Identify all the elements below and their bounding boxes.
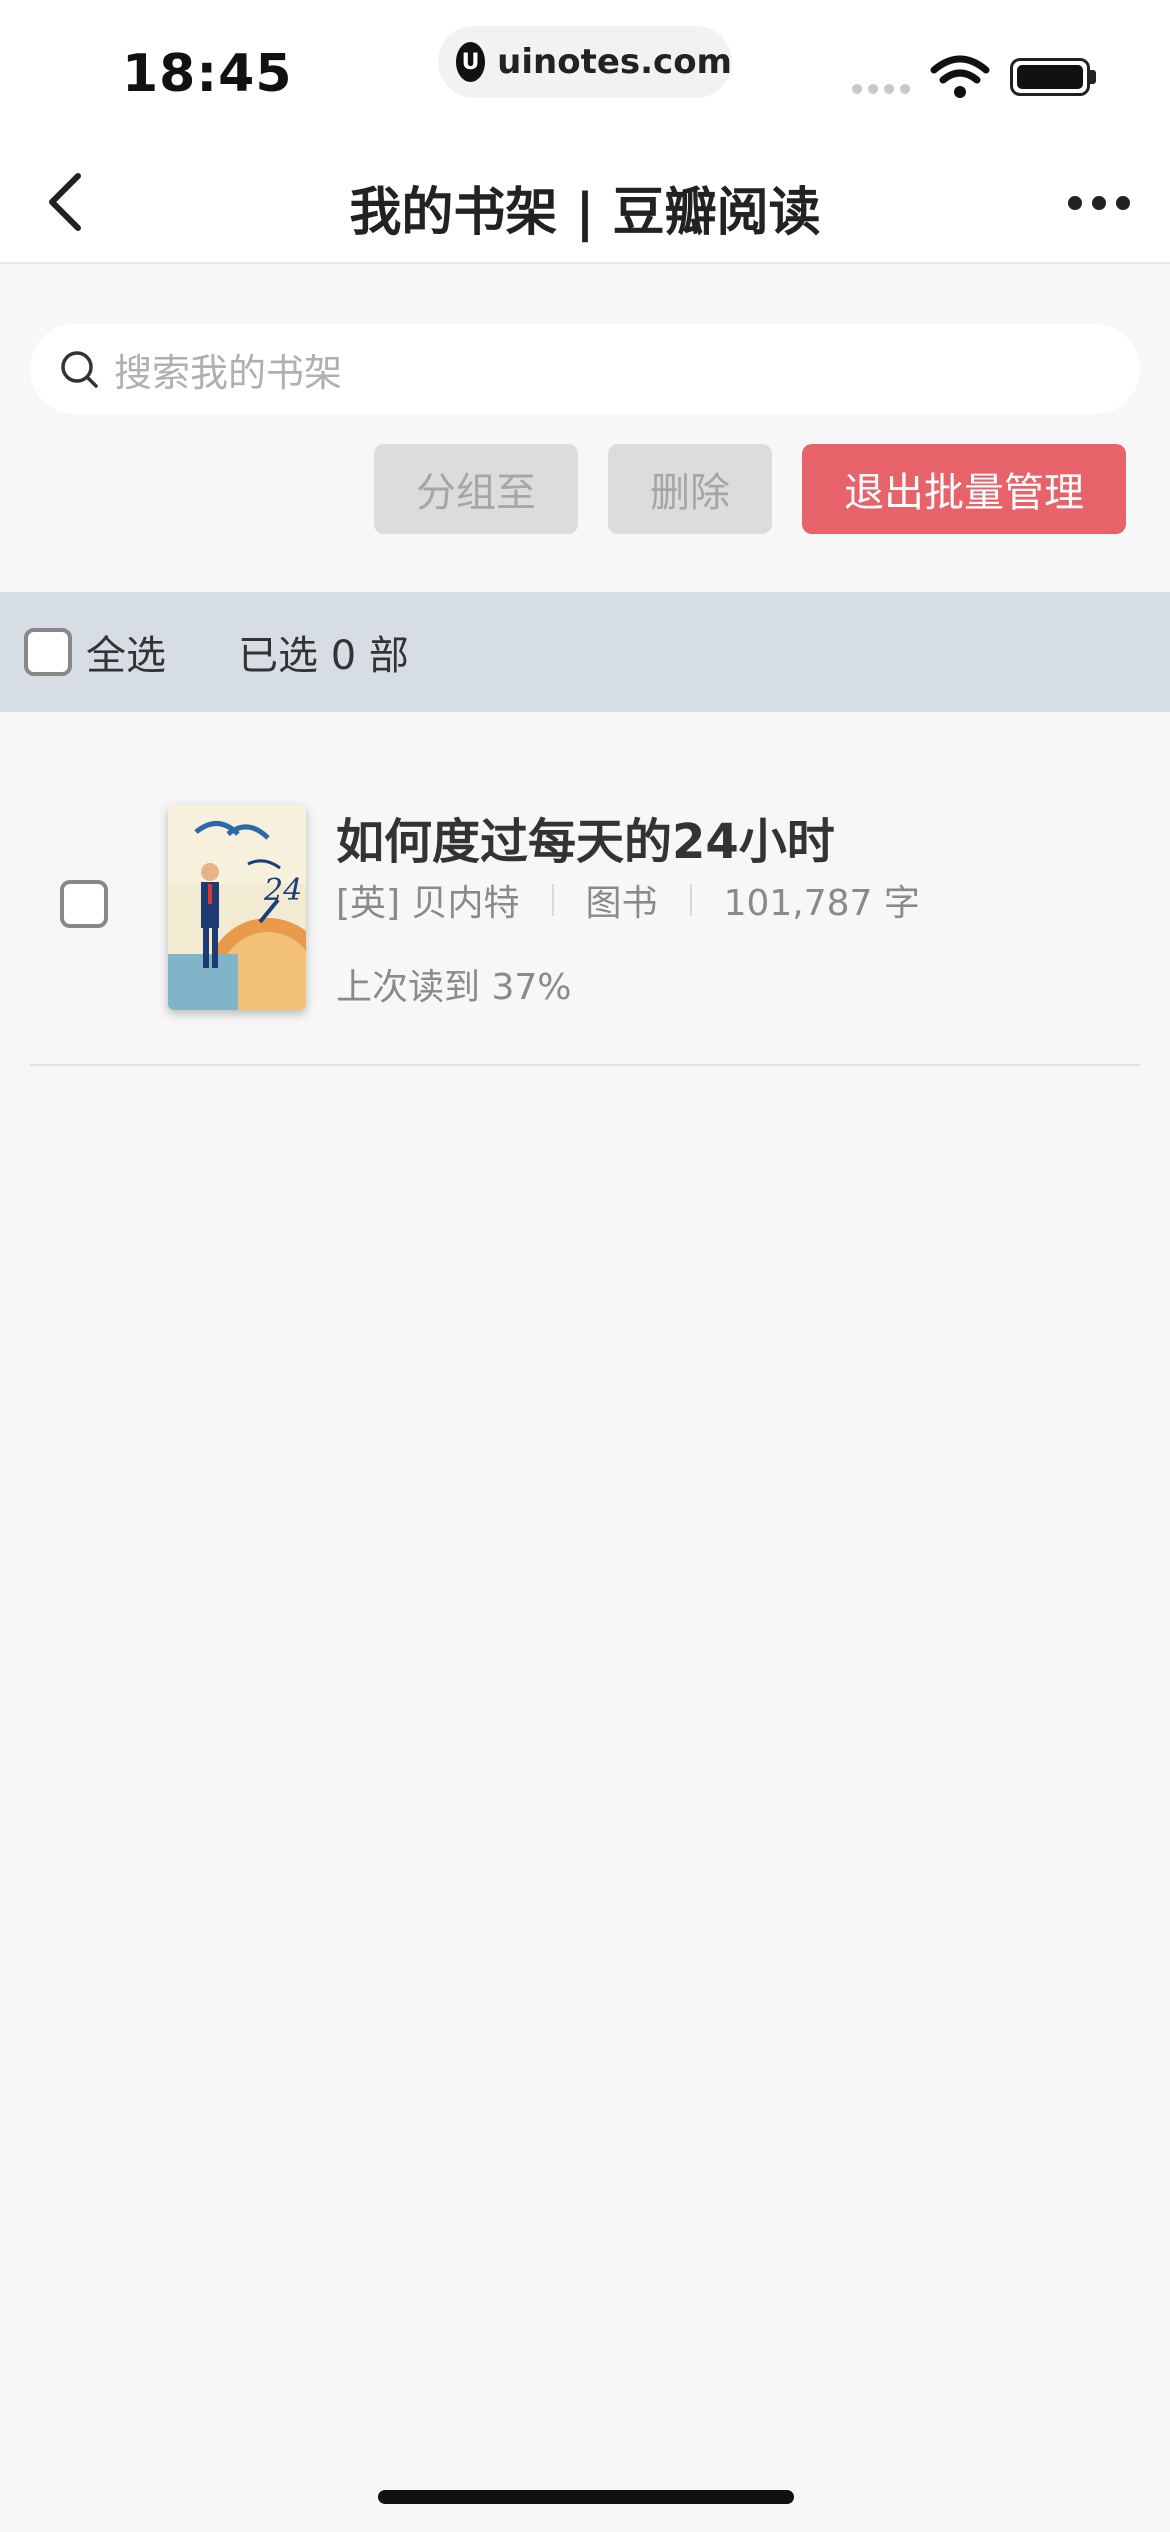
list-item[interactable]: 24 如何度过每天的24小时 [英] 贝内特 图书 101,787 字 上次读到… [0, 762, 1170, 1066]
exit-batch-manage-button[interactable]: 退出批量管理 [802, 444, 1126, 534]
home-indicator[interactable] [378, 2490, 794, 2504]
status-bar: 18:45 U uinotes.com [0, 0, 1170, 140]
book-author: [英] 贝内特 [336, 883, 520, 924]
meta-divider [551, 884, 554, 916]
svg-text:24: 24 [263, 873, 302, 908]
reading-progress: 上次读到 37% [336, 967, 572, 1008]
selection-bar: 全选 已选 0 部 [0, 592, 1170, 712]
book-meta: [英] 贝内特 图书 101,787 字 [336, 874, 920, 926]
meta-divider [689, 884, 692, 916]
battery-icon [1010, 58, 1090, 96]
nav-bar: 我的书架 | 豆瓣阅读 [0, 140, 1170, 264]
more-options-icon[interactable] [1068, 188, 1138, 218]
select-all-label[interactable]: 全选 [86, 623, 166, 681]
search-placeholder: 搜索我的书架 [114, 350, 343, 395]
cellular-signal-icon [852, 84, 910, 94]
book-title: 如何度过每天的24小时 [336, 814, 835, 870]
site-logo-icon: U [456, 42, 486, 82]
book-type: 图书 [585, 883, 658, 924]
search-input[interactable]: 搜索我的书架 [30, 324, 1140, 414]
delete-button[interactable]: 删除 [608, 444, 772, 534]
battery-tip [1090, 70, 1096, 84]
url-pill[interactable]: U uinotes.com [438, 26, 732, 98]
row-divider [30, 1064, 1140, 1066]
wifi-icon [930, 55, 990, 98]
status-time: 18:45 [122, 44, 293, 104]
group-to-button[interactable]: 分组至 [374, 444, 578, 534]
site-url: uinotes.com [497, 42, 732, 82]
search-icon [61, 351, 98, 388]
book-word-count: 101,787 字 [723, 883, 920, 924]
selected-count: 已选 0 部 [238, 633, 409, 679]
book-cover-image: 24 [168, 804, 306, 1010]
book-checkbox[interactable] [60, 880, 108, 928]
page-title: 我的书架 | 豆瓣阅读 [349, 183, 821, 243]
select-all-checkbox[interactable] [24, 628, 72, 676]
